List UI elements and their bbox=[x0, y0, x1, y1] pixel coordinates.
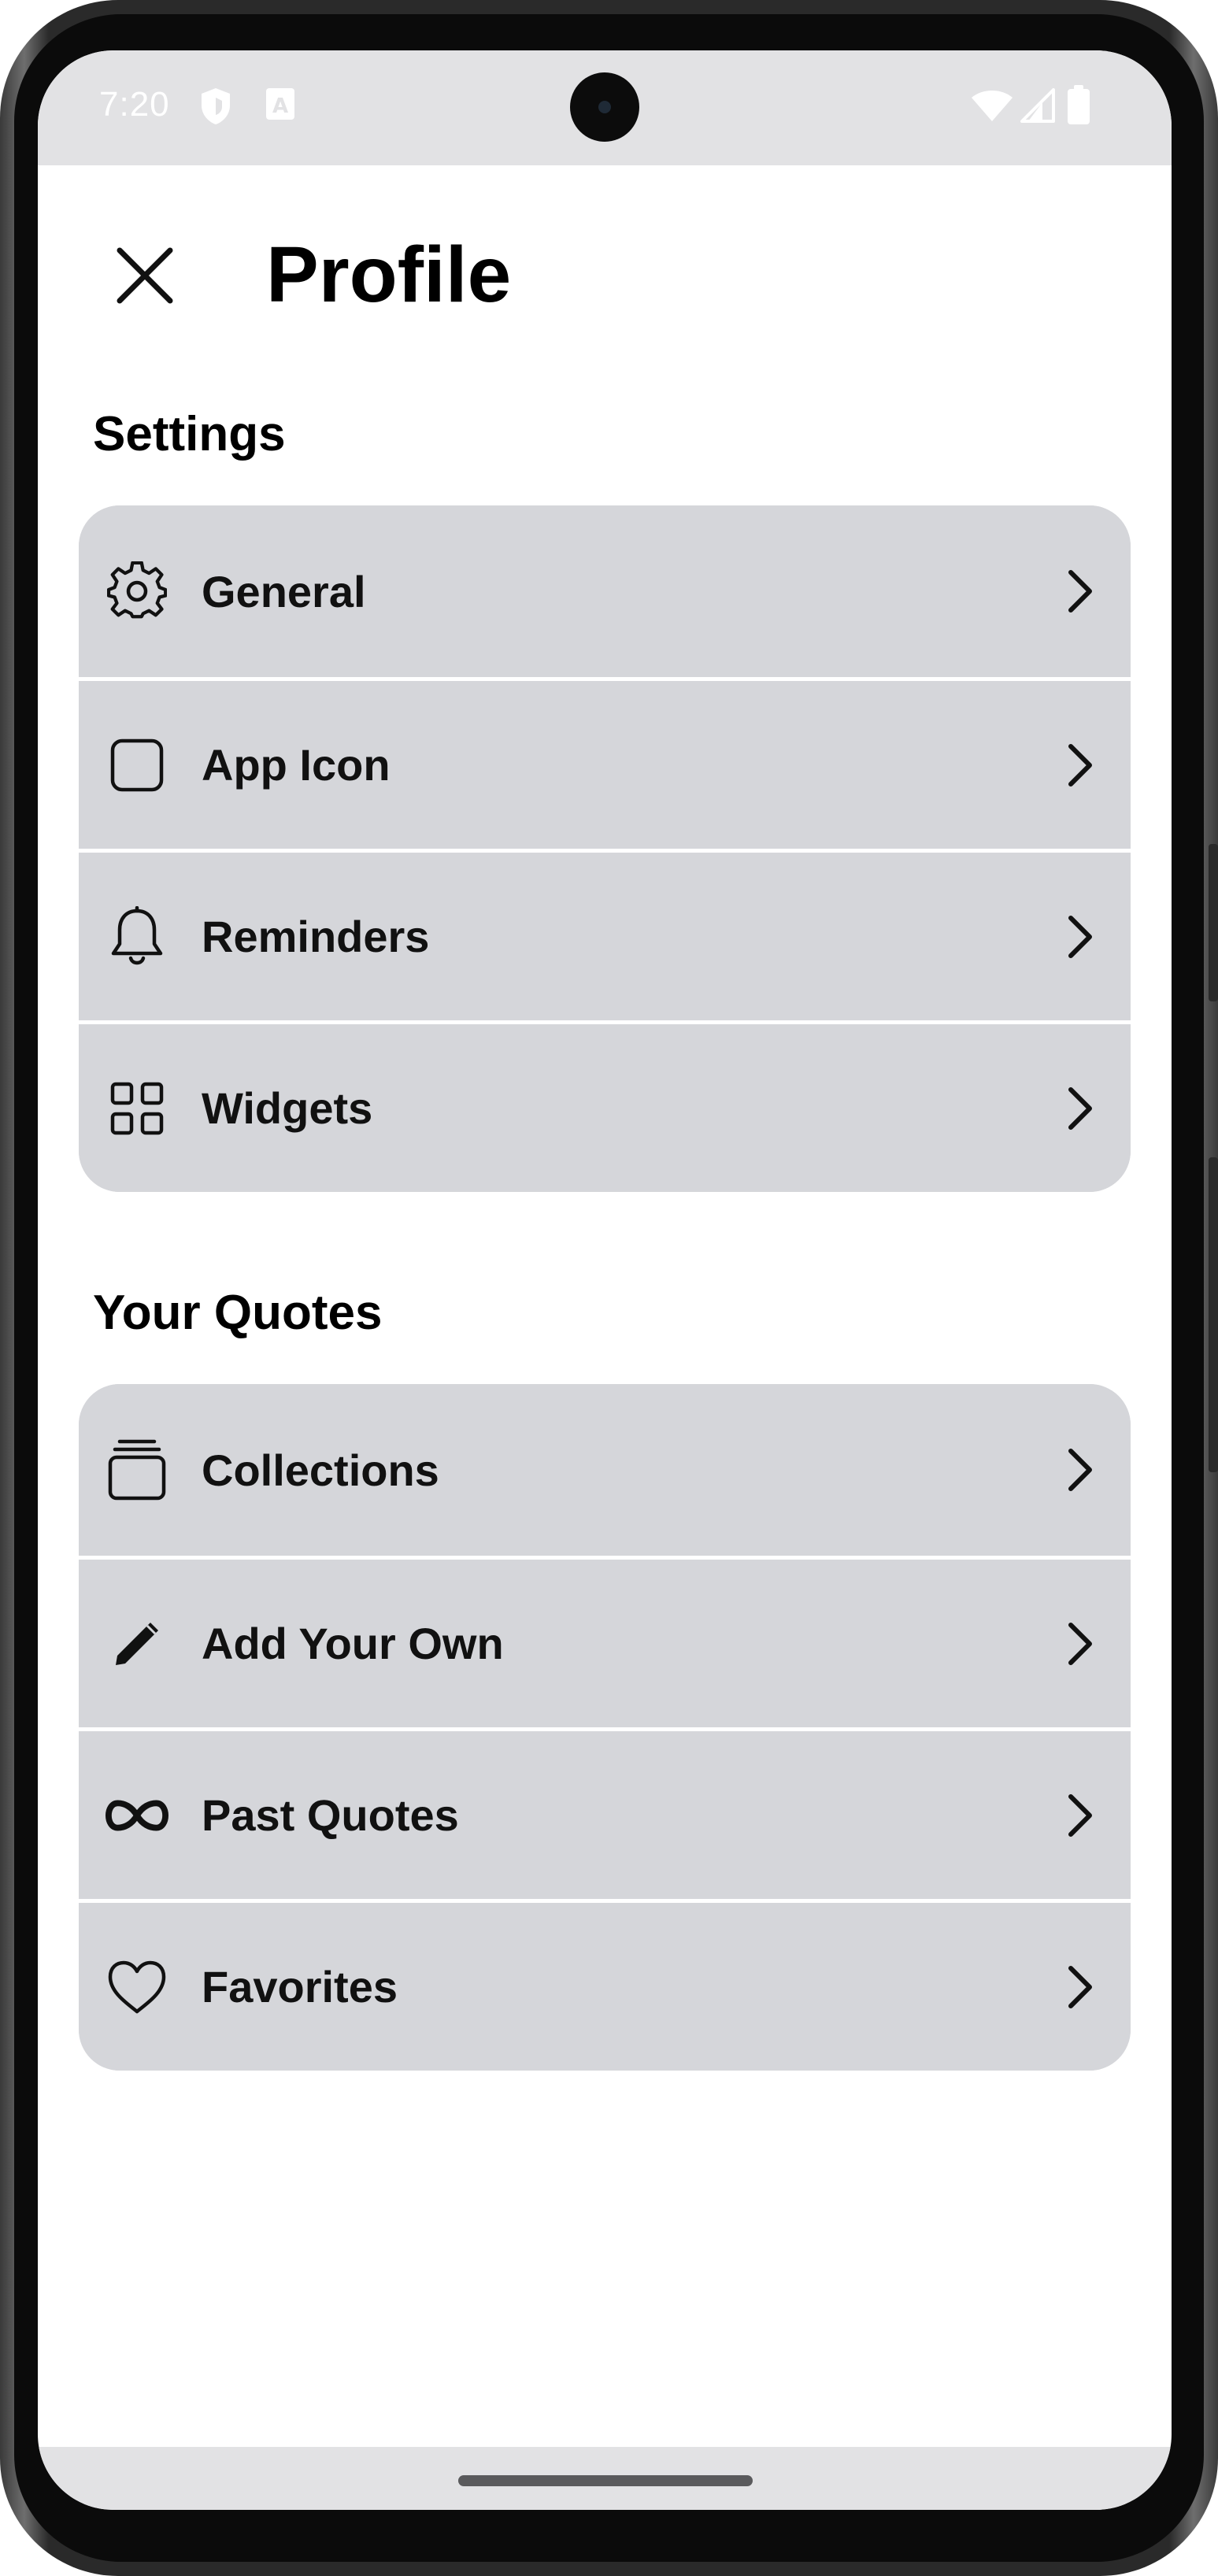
settings-item-widgets[interactable]: Widgets bbox=[79, 1020, 1131, 1192]
settings-item-app-icon[interactable]: App Icon bbox=[79, 677, 1131, 849]
quotes-item-label: Add Your Own bbox=[202, 1619, 504, 1668]
settings-section-title: Settings bbox=[93, 407, 286, 461]
gear-icon bbox=[106, 560, 168, 623]
cellular-icon bbox=[1019, 88, 1055, 127]
heart-icon bbox=[106, 1956, 168, 2019]
chevron-right-icon bbox=[1057, 913, 1104, 960]
quotes-item-past-quotes[interactable]: Past Quotes bbox=[79, 1727, 1131, 1899]
settings-card: General App Icon Reminders Widgets bbox=[79, 505, 1131, 1192]
screen: 7:20 A Profile Settings General App Icon… bbox=[38, 50, 1172, 2510]
phone-frame: 7:20 A Profile Settings General App Icon… bbox=[0, 0, 1218, 2576]
settings-item-label: App Icon bbox=[202, 740, 391, 790]
quotes-item-label: Past Quotes bbox=[202, 1790, 459, 1840]
close-icon bbox=[117, 247, 173, 304]
chevron-right-icon bbox=[1057, 1446, 1104, 1493]
settings-item-label: General bbox=[202, 566, 366, 616]
battery-icon bbox=[1068, 85, 1090, 128]
chevron-right-icon bbox=[1057, 1620, 1104, 1667]
quotes-item-label: Favorites bbox=[202, 1962, 398, 2012]
pencil-icon bbox=[106, 1612, 168, 1675]
bell-icon bbox=[106, 905, 168, 968]
a-box-icon: A bbox=[265, 87, 296, 125]
status-bar: 7:20 A bbox=[38, 50, 1172, 165]
wifi-icon bbox=[970, 88, 1014, 127]
camera-lens bbox=[598, 101, 611, 113]
chevron-right-icon bbox=[1057, 1963, 1104, 2011]
chevron-right-icon bbox=[1057, 568, 1104, 615]
settings-item-general[interactable]: General bbox=[79, 505, 1131, 677]
quotes-item-collections[interactable]: Collections bbox=[79, 1384, 1131, 1556]
quotes-card: Collections Add Your Own Past Quotes Fav… bbox=[79, 1384, 1131, 2071]
quotes-item-label: Collections bbox=[202, 1445, 439, 1495]
quotes-item-favorites[interactable]: Favorites bbox=[79, 1899, 1131, 2071]
chevron-right-icon bbox=[1057, 1085, 1104, 1132]
stack-icon bbox=[106, 1438, 168, 1501]
svg-text:A: A bbox=[272, 94, 288, 118]
power-button bbox=[1209, 1157, 1218, 1472]
home-indicator[interactable] bbox=[458, 2475, 753, 2486]
volume-button bbox=[1209, 844, 1218, 1001]
front-camera bbox=[570, 72, 639, 142]
quotes-section-title: Your Quotes bbox=[93, 1286, 383, 1340]
quotes-item-add-your-own[interactable]: Add Your Own bbox=[79, 1556, 1131, 1727]
settings-item-label: Reminders bbox=[202, 912, 430, 961]
close-button[interactable] bbox=[107, 238, 183, 313]
settings-item-reminders[interactable]: Reminders bbox=[79, 849, 1131, 1020]
navigation-bar bbox=[38, 2447, 1172, 2510]
square-icon bbox=[106, 734, 168, 797]
shield-icon bbox=[198, 87, 233, 130]
settings-item-label: Widgets bbox=[202, 1083, 373, 1133]
chevron-right-icon bbox=[1057, 742, 1104, 789]
infinity-icon bbox=[106, 1784, 168, 1847]
status-time: 7:20 bbox=[99, 85, 170, 124]
chevron-right-icon bbox=[1057, 1792, 1104, 1839]
page-title: Profile bbox=[266, 231, 512, 319]
grid-icon bbox=[106, 1077, 168, 1140]
